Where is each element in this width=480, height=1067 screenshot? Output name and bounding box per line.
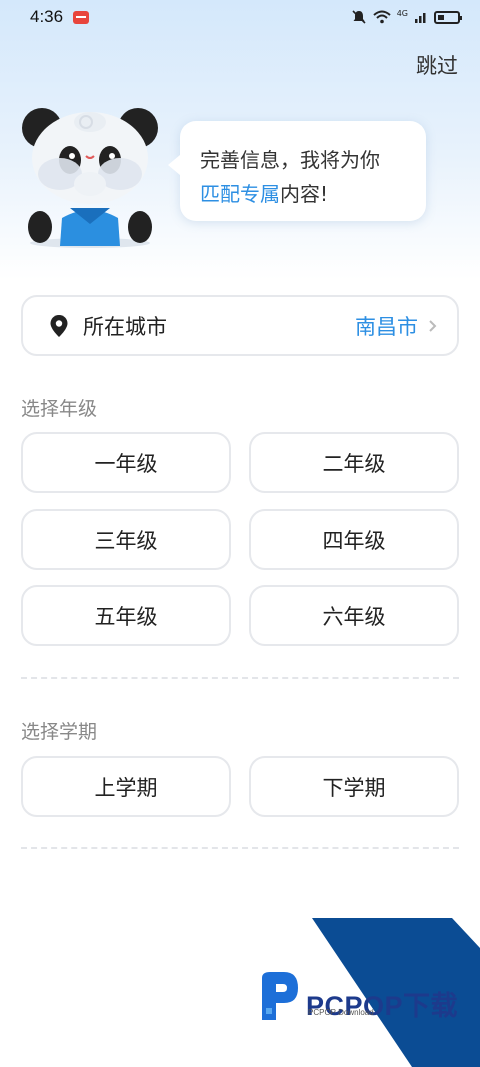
pcpop-logo-icon	[262, 972, 298, 1020]
semester-option-second[interactable]: 下学期	[249, 756, 459, 817]
status-time: 4:36	[30, 7, 64, 26]
city-selector[interactable]: 所在城市 南昌市	[21, 295, 459, 356]
mute-bell-icon	[352, 10, 366, 24]
welcome-speech-bubble: 完善信息，我将为你 匹配专属内容!	[168, 121, 426, 221]
grade-option-1[interactable]: 一年级	[21, 432, 231, 493]
grade-option-3[interactable]: 三年级	[21, 509, 231, 570]
signal-icon	[415, 13, 426, 23]
bubble-line-2: 匹配专属内容!	[200, 177, 406, 211]
status-icons: 4G	[351, 9, 462, 25]
grade-option-2[interactable]: 二年级	[249, 432, 459, 493]
bubble-rest-text: 内容!	[280, 182, 329, 206]
watermark-subtext: PCPOP Download	[308, 1008, 374, 1017]
wifi-icon	[373, 10, 391, 24]
bubble-highlight-text: 匹配专属	[200, 182, 280, 206]
city-value: 南昌市	[355, 314, 418, 339]
grade-option-5[interactable]: 五年级	[21, 585, 231, 646]
grade-option-6[interactable]: 六年级	[249, 585, 459, 646]
location-pin-icon	[50, 314, 68, 337]
battery-icon	[434, 10, 462, 24]
grade-option-4[interactable]: 四年级	[249, 509, 459, 570]
section-divider-bottom	[21, 847, 459, 849]
status-bar: 4:36 4G	[0, 0, 480, 34]
skip-button[interactable]: 跳过	[416, 50, 458, 80]
chevron-right-icon	[429, 319, 437, 332]
panda-mascot-illustration	[22, 108, 158, 248]
notification-app-icon	[73, 10, 90, 24]
watermark-brand: PCPOP下载	[306, 991, 459, 1021]
semester-section-title: 选择学期	[21, 721, 98, 743]
city-label: 所在城市	[83, 314, 167, 339]
semester-option-first[interactable]: 上学期	[21, 756, 231, 817]
section-divider	[21, 677, 459, 679]
network-type-label: 4G	[396, 9, 408, 18]
bubble-line-1: 完善信息，我将为你	[200, 148, 380, 172]
grade-section-title: 选择年级	[21, 398, 98, 420]
